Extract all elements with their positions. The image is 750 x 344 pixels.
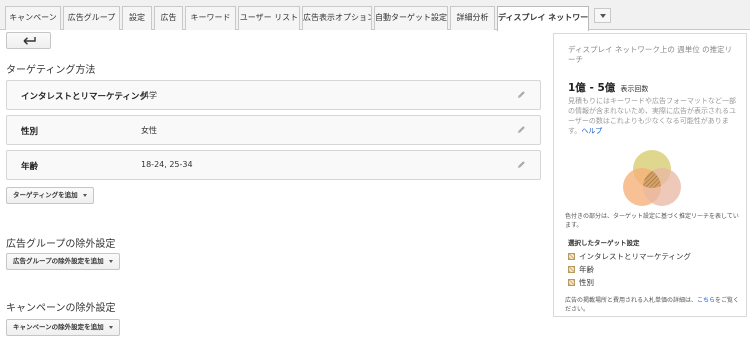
legend-item-age: 年齢 bbox=[568, 264, 594, 275]
tab-settings[interactable]: 設定 bbox=[122, 6, 152, 30]
tab-ads[interactable]: 広告 bbox=[154, 6, 183, 30]
help-link[interactable]: ヘルプ bbox=[581, 127, 602, 135]
adgroup-exclusion-title: 広告グループの除外設定 bbox=[6, 239, 116, 250]
targeting-row-age: 年齢 18-24, 25-34 bbox=[6, 150, 541, 180]
chevron-down-icon bbox=[600, 14, 606, 18]
more-tabs-button[interactable] bbox=[594, 8, 611, 23]
legend-swatch bbox=[568, 279, 575, 286]
selected-targeting-title: 選択したターゲット設定 bbox=[568, 239, 640, 247]
tab-ad-groups[interactable]: 広告グループ bbox=[63, 6, 120, 30]
reach-panel-title: ディスプレイ ネットワーク上の 週単位 の推定リーチ bbox=[568, 45, 733, 64]
add-campaign-exclusion-label: キャンペーンの除外設定を追加 bbox=[13, 323, 104, 331]
targeting-row-interest: インタレストとリマーケティング 科学 bbox=[6, 80, 541, 110]
details-link[interactable]: こちら bbox=[697, 297, 715, 304]
chevron-down-icon bbox=[82, 193, 87, 197]
pencil-icon[interactable] bbox=[517, 125, 526, 134]
footer-text: 広告の掲載場所と費用される入札単価の詳細は、 bbox=[565, 297, 698, 304]
legend-swatch bbox=[568, 266, 575, 273]
reach-estimate-panel: ディスプレイ ネットワーク上の 週単位 の推定リーチ 1億 - 5億 表示回数 … bbox=[553, 33, 747, 317]
targeting-section-title: ターゲティング方法 bbox=[6, 65, 96, 76]
add-targeting-button[interactable]: ターゲティングを追加 bbox=[6, 187, 94, 204]
add-adgroup-exclusion-button[interactable]: 広告グループの除外設定を追加 bbox=[6, 253, 120, 270]
reach-range: 1億 - 5億 bbox=[568, 82, 616, 94]
tab-ad-extensions[interactable]: 広告表示オプション bbox=[302, 6, 372, 30]
chevron-down-icon bbox=[108, 259, 113, 263]
chevron-down-icon bbox=[108, 325, 113, 329]
tab-bar: キャンペーン 広告グループ 設定 広告 キーワード ユーザー リスト 広告表示オ… bbox=[0, 0, 750, 31]
campaign-exclusion-title: キャンペーンの除外設定 bbox=[6, 303, 116, 314]
legend-label: 性別 bbox=[579, 278, 594, 287]
targeting-row-label: 性別 bbox=[21, 127, 39, 137]
targeting-row-label: インタレストとリマーケティング bbox=[21, 92, 148, 102]
add-campaign-exclusion-button[interactable]: キャンペーンの除外設定を追加 bbox=[6, 319, 120, 336]
legend-item-interest: インタレストとリマーケティング bbox=[568, 251, 691, 262]
tab-keywords[interactable]: キーワード bbox=[185, 6, 236, 30]
reach-unit: 表示回数 bbox=[620, 85, 649, 93]
tab-dimensions[interactable]: 詳細分析 bbox=[450, 6, 495, 30]
reach-venn-diagram bbox=[623, 150, 681, 206]
tab-auto-targeting[interactable]: 自動ターゲット設定 bbox=[374, 6, 448, 30]
legend-label: 年齢 bbox=[579, 265, 594, 274]
pencil-icon[interactable] bbox=[517, 160, 526, 169]
legend-swatch bbox=[568, 253, 575, 260]
add-targeting-label: ターゲティングを追加 bbox=[13, 191, 78, 199]
targeting-row-gender: 性別 女性 bbox=[6, 115, 541, 145]
arrow-left-icon bbox=[23, 37, 36, 45]
targeting-row-value: 女性 bbox=[141, 126, 157, 135]
venn-caption: 色付きの部分は、ターゲット設定に基づく推定リーチを表しています。 bbox=[565, 213, 739, 229]
tab-campaigns[interactable]: キャンペーン bbox=[5, 6, 61, 30]
targeting-row-value: 科学 bbox=[141, 91, 157, 100]
targeting-row-label: 年齢 bbox=[21, 162, 39, 172]
legend-label: インタレストとリマーケティング bbox=[579, 252, 691, 261]
tab-user-lists[interactable]: ユーザー リスト bbox=[238, 6, 300, 30]
legend-item-gender: 性別 bbox=[568, 277, 594, 288]
reach-value: 1億 - 5億 表示回数 bbox=[568, 76, 648, 95]
pencil-icon[interactable] bbox=[517, 90, 526, 99]
back-button[interactable] bbox=[6, 32, 51, 49]
reach-note: 見積もりにはキーワードや広告フォーマットなど一部の情報が含まれないため、実際に広… bbox=[568, 96, 740, 136]
tab-display-network[interactable]: ディスプレイ ネットワーク bbox=[497, 6, 589, 31]
add-adgroup-exclusion-label: 広告グループの除外設定を追加 bbox=[13, 257, 104, 265]
reach-footer: 広告の掲載場所と費用される入札単価の詳細は、こちらをご覧ください。 bbox=[565, 296, 743, 314]
targeting-row-value: 18-24, 25-34 bbox=[141, 160, 193, 169]
